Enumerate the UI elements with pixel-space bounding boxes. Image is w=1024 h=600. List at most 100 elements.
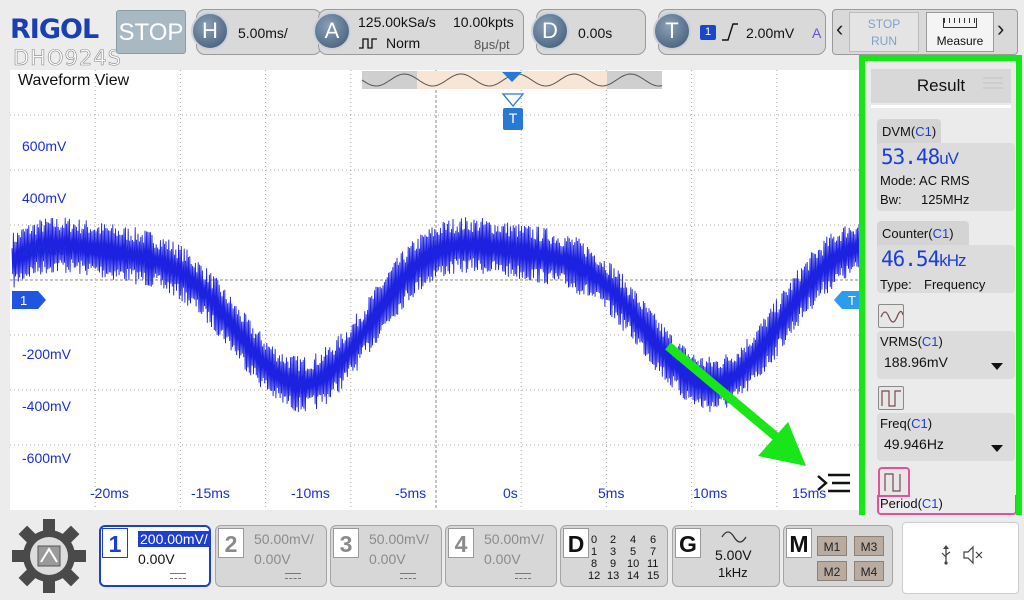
memory-overview-bar[interactable] <box>362 71 662 89</box>
channel4-coupling-icon <box>515 573 531 579</box>
sound-muted-icon[interactable] <box>962 545 984 565</box>
dvm-label: DVM <box>882 124 911 139</box>
vrms-value: 188.96mV <box>884 354 948 370</box>
freq-label: Freq <box>880 416 907 431</box>
digital-channel-label: 10 <box>627 558 640 570</box>
counter-source: C1 <box>932 226 950 241</box>
digital-channel-label: 4 <box>630 534 637 546</box>
generator-frequency: 1kHz <box>718 565 748 580</box>
delay-value: 0.00s <box>578 25 613 41</box>
y-axis-label: -400mV <box>22 398 72 414</box>
result-menu-lines-icon[interactable] <box>983 75 1003 89</box>
memory-depth: 10.00kpts <box>453 14 514 30</box>
stop-label: STOP <box>867 17 901 31</box>
channel2-coupling-icon <box>285 573 301 579</box>
period-label: Period <box>880 496 918 511</box>
freq-icon <box>878 386 904 410</box>
trigger-position-marker[interactable]: T <box>503 108 523 130</box>
vrms-icon <box>878 304 904 328</box>
counter-tab[interactable]: Counter(C1) <box>877 221 969 247</box>
counter-value: 46.54kHz <box>881 247 967 271</box>
home-gear-icon[interactable] <box>10 517 88 595</box>
trigger-key[interactable]: T <box>653 12 691 50</box>
digital-channel-label: 1 <box>591 546 598 558</box>
chevron-left-icon[interactable]: ‹ <box>836 18 843 40</box>
timebase-value: 5.00ms/ <box>238 25 288 41</box>
channel3-scale: 50.00mV/ <box>369 531 429 547</box>
sample-interval: 8μs/pt <box>474 37 510 52</box>
math-m4-button[interactable]: M4 <box>854 561 884 581</box>
counter-type-value: Frequency <box>924 277 986 292</box>
acquire-mode: Norm <box>386 35 421 51</box>
chevron-right-icon[interactable]: › <box>997 18 1004 40</box>
freq-title: Freq(C1) <box>880 416 933 431</box>
dvm-bw-label: Bw: <box>880 192 902 207</box>
math-m3-button[interactable]: M3 <box>854 536 884 556</box>
run-state-indicator[interactable]: STOP <box>116 10 186 54</box>
sine-wave-icon <box>721 531 747 543</box>
x-axis-label: -5ms <box>395 485 427 501</box>
vrms-dropdown-icon[interactable] <box>991 363 1003 370</box>
acquire-key[interactable]: A <box>313 12 351 50</box>
horizontal-key[interactable]: H <box>191 12 229 50</box>
digital-channel-label: 8 <box>591 558 598 570</box>
counter-unit: kHz <box>939 251 966 270</box>
oscilloscope-screen: RIGOL DHO924S STOP H 5.00ms/ A 125.00kSa… <box>0 0 1024 600</box>
digital-channel-label: 14 <box>627 570 640 582</box>
generator-amplitude: 5.00V <box>715 547 752 563</box>
result-panel: Result DVM(C1) 53.48uV Mode: AC RMS Bw: … <box>859 55 1022 523</box>
period-source: C1 <box>921 496 939 511</box>
measure-button[interactable]: Measure <box>926 12 994 52</box>
y-axis-label: 600mV <box>22 138 67 154</box>
waveform-view-title: Waveform View <box>18 72 130 89</box>
digital-channel-label: 3 <box>610 546 617 558</box>
x-axis-label: 0s <box>503 485 518 501</box>
digital-channel-label: 2 <box>610 534 617 546</box>
stop-run-button[interactable]: STOP RUN <box>849 12 919 52</box>
y-axis-label: 200mV <box>22 242 67 258</box>
x-axis-label: 10ms <box>693 485 728 501</box>
channel1-offset-marker[interactable]: 1 <box>12 291 46 309</box>
system-status-box <box>902 522 1019 594</box>
freq-source: C1 <box>911 416 928 431</box>
digital-channel-label: 12 <box>588 570 601 582</box>
svg-text:1: 1 <box>20 293 27 308</box>
channel1-number: 1 <box>102 528 128 558</box>
rising-edge-icon <box>722 23 738 41</box>
channel4-number: 4 <box>448 528 474 558</box>
channel2-scale: 50.00mV/ <box>254 531 314 547</box>
digital-channel-label: 5 <box>630 546 637 558</box>
vrms-title: VRMS(C1) <box>880 334 943 349</box>
ruler-icon <box>943 18 977 28</box>
result-menu-icon[interactable] <box>814 470 854 498</box>
dvm-value: 53.48uV <box>881 145 959 169</box>
dvm-tab[interactable]: DVM(C1) <box>877 119 941 145</box>
vrms-source: C1 <box>921 334 939 349</box>
channel4-scale: 50.00mV/ <box>484 531 544 547</box>
channel1-coupling-icon <box>170 573 186 579</box>
dvm-reading: 53.48 <box>881 145 940 169</box>
math-m2-button[interactable]: M2 <box>817 561 847 581</box>
y-axis-label: -200mV <box>22 346 72 362</box>
digital-channel-label: 7 <box>650 546 657 558</box>
y-axis-label: 400mV <box>22 190 67 206</box>
counter-label: Counter <box>882 226 929 241</box>
dvm-source: C1 <box>915 124 932 139</box>
trigger-level-marker[interactable]: T <box>834 291 862 309</box>
svg-text:T: T <box>848 293 856 308</box>
digital-channel-label: 6 <box>650 534 657 546</box>
channel3-offset: 0.00V <box>369 551 406 567</box>
math-m1-button[interactable]: M1 <box>817 536 847 556</box>
trigger-position-icon <box>501 93 525 108</box>
acquire-mode-icon <box>359 38 377 49</box>
result-divider <box>871 105 1011 108</box>
y-axis-label: -600mV <box>22 450 72 466</box>
freq-dropdown-icon[interactable] <box>991 445 1003 452</box>
delay-key[interactable]: D <box>531 12 569 50</box>
x-axis-label: -10ms <box>291 485 330 501</box>
channel1-offset: 0.00V <box>138 551 175 567</box>
dvm-mode: Mode: AC RMS <box>880 173 970 188</box>
dvm-unit: uV <box>939 149 959 168</box>
vrms-label: VRMS <box>880 334 918 349</box>
dvm-bw-value: 125MHz <box>921 192 970 207</box>
